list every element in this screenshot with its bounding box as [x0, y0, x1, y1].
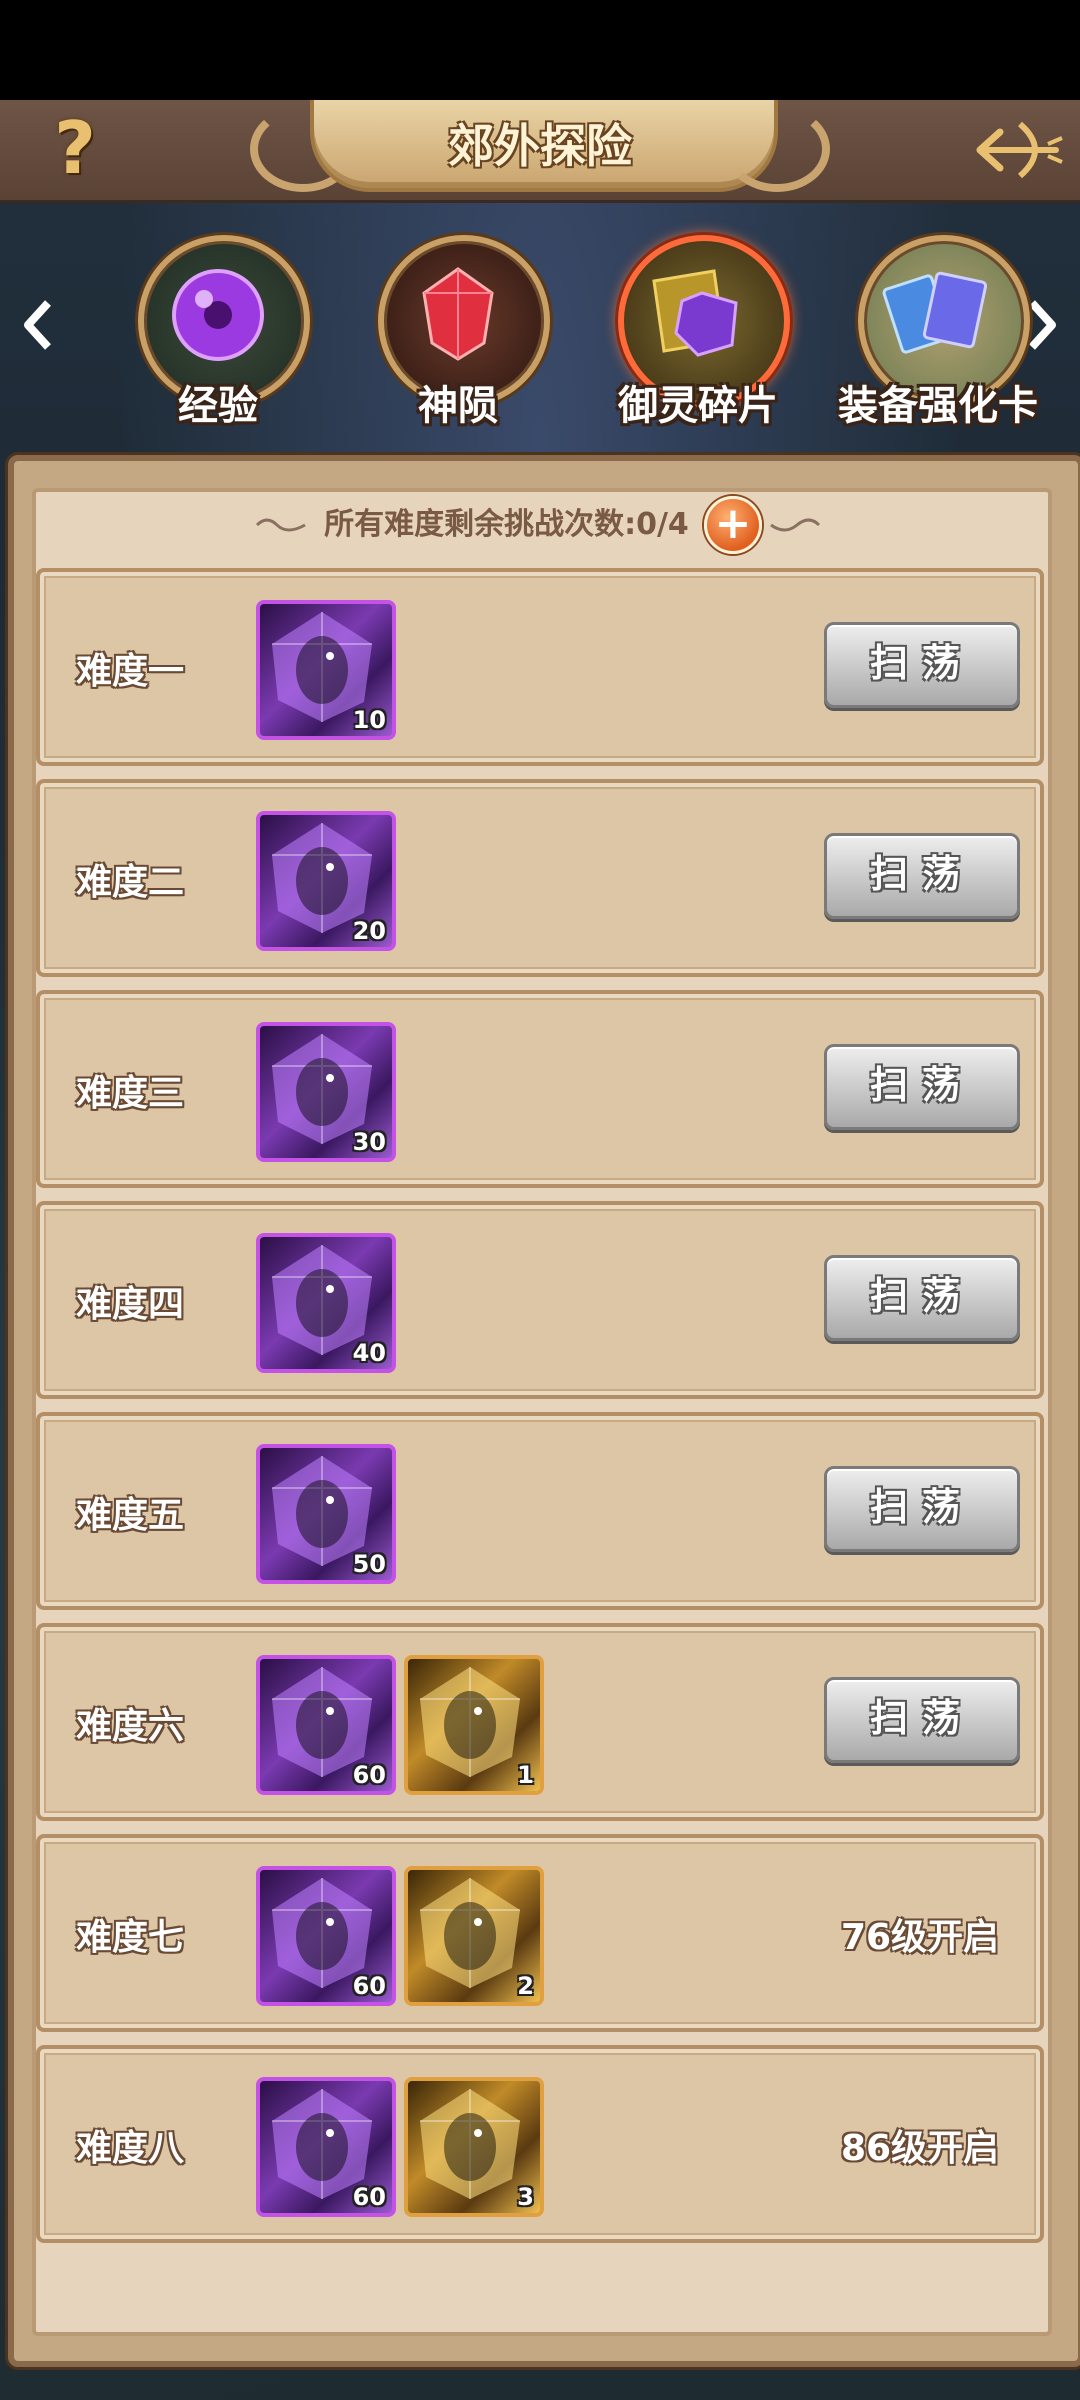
reward-count: 60: [352, 1761, 386, 1789]
purple-shard-reward-icon[interactable]: 60: [256, 2077, 396, 2217]
difficulty-name: 难度七: [76, 1917, 185, 1958]
reward-count: 10: [352, 706, 386, 734]
reward-count: 60: [352, 2183, 386, 2211]
add-attempts-button[interactable]: +: [703, 495, 762, 554]
category-label: 御灵碎片: [618, 383, 778, 429]
bow-arrow-back-icon[interactable]: [970, 118, 1066, 182]
reward-count: 1: [517, 1761, 534, 1789]
purple-shard-reward-icon[interactable]: 40: [256, 1233, 396, 1373]
purple-shard-reward-icon[interactable]: 10: [256, 600, 396, 740]
sweep-button[interactable]: 扫荡: [824, 1044, 1020, 1130]
remaining-attempts-bar: 所有难度剩余挑战次数:0/4 +: [32, 492, 1044, 556]
difficulty-name: 难度三: [76, 1073, 185, 1114]
difficulty-row: 难度一 10 扫荡: [36, 568, 1044, 766]
sweep-button[interactable]: 扫荡: [824, 1677, 1020, 1763]
difficulty-row: 难度七 60 2 76级开启: [36, 1834, 1044, 2032]
category-spirit-shard[interactable]: 御灵碎片: [608, 235, 790, 429]
difficulty-row: 难度四 40 扫荡: [36, 1201, 1044, 1399]
status-bar: [0, 0, 1080, 100]
category-exp[interactable]: 经验: [128, 235, 310, 429]
unlock-level-text: 86级开启: [840, 2128, 1000, 2169]
carousel-prev-icon[interactable]: [18, 295, 58, 355]
difficulty-row: 难度三 30 扫荡: [36, 990, 1044, 1188]
page-title: 郊外探险: [448, 119, 632, 173]
difficulty-name: 难度五: [76, 1495, 185, 1536]
sweep-button[interactable]: 扫荡: [824, 622, 1020, 708]
category-label: 装备强化卡: [838, 383, 1038, 429]
category-label: 神陨: [418, 383, 498, 429]
remaining-attempts-text: 所有难度剩余挑战次数:0/4: [324, 506, 689, 542]
difficulty-name: 难度四: [76, 1284, 185, 1325]
gold-shard-reward-icon[interactable]: 3: [404, 2077, 544, 2217]
difficulty-name: 难度一: [76, 651, 185, 692]
gold-shard-reward-icon[interactable]: 1: [404, 1655, 544, 1795]
difficulty-row: 难度八 60 3 86级开启: [36, 2045, 1044, 2243]
difficulty-name: 难度六: [76, 1706, 185, 1747]
title-plate: 郊外探险: [250, 100, 830, 200]
gold-shard-reward-icon[interactable]: 2: [404, 1866, 544, 2006]
reward-count: 30: [352, 1128, 386, 1156]
reward-count: 3: [517, 2183, 534, 2211]
reward-count: 40: [352, 1339, 386, 1367]
sweep-button[interactable]: 扫荡: [824, 1466, 1020, 1552]
difficulty-row: 难度五 50 扫荡: [36, 1412, 1044, 1610]
category-enhance-card[interactable]: 装备强化卡: [838, 235, 1038, 429]
reward-count: 20: [352, 917, 386, 945]
difficulty-name: 难度二: [76, 862, 185, 903]
purple-shard-reward-icon[interactable]: 60: [256, 1655, 396, 1795]
purple-shard-reward-icon[interactable]: 50: [256, 1444, 396, 1584]
help-button[interactable]: ?: [40, 108, 110, 188]
sweep-button[interactable]: 扫荡: [824, 1255, 1020, 1341]
unlock-level-text: 76级开启: [840, 1917, 1000, 1958]
difficulty-row: 难度二 20 扫荡: [36, 779, 1044, 977]
purple-shard-reward-icon[interactable]: 60: [256, 1866, 396, 2006]
sweep-button[interactable]: 扫荡: [824, 833, 1020, 919]
swirl-right-icon: [770, 518, 821, 531]
category-shenyun[interactable]: 神陨: [368, 235, 550, 429]
reward-count: 60: [352, 1972, 386, 2000]
reward-count: 50: [352, 1550, 386, 1578]
swirl-left-icon: [255, 518, 306, 531]
category-label: 经验: [178, 383, 258, 429]
purple-shard-reward-icon[interactable]: 20: [256, 811, 396, 951]
purple-shard-reward-icon[interactable]: 30: [256, 1022, 396, 1162]
difficulty-name: 难度八: [76, 2128, 185, 2169]
difficulty-row: 难度六 60 1 扫荡: [36, 1623, 1044, 1821]
reward-count: 2: [517, 1972, 534, 2000]
